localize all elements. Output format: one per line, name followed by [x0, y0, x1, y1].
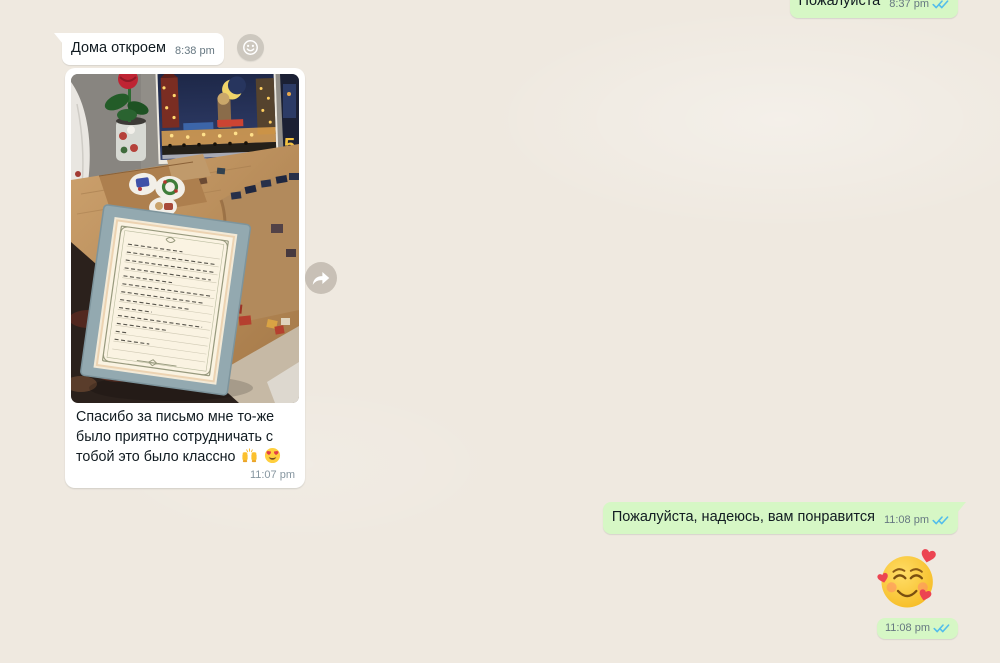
photo-caption: Спасибо за письмо мне то-же было приятно… — [71, 403, 299, 468]
message-time: 8:37 pm — [889, 0, 929, 14]
react-emoji-button[interactable] — [237, 34, 264, 61]
smiling-face-with-hearts-emoji-icon — [876, 547, 942, 613]
heart-eyes-emoji-icon — [264, 447, 281, 464]
message-bubble-photo[interactable]: 5 — [65, 68, 305, 488]
forward-arrow-icon — [310, 267, 332, 289]
message-text: Пожалуйста — [799, 0, 881, 11]
message-meta: 8:37 pm — [889, 0, 949, 14]
message-bubble-outgoing[interactable]: Пожалуйста 8:37 pm — [790, 0, 958, 18]
message-text: Пожалуйста, надеюсь, вам понравится — [612, 508, 875, 527]
raising-hands-emoji-icon — [241, 447, 258, 464]
message-emoji-large[interactable] — [876, 547, 942, 613]
read-receipt-double-check-icon — [932, 0, 949, 10]
message-time: 11:08 pm — [885, 622, 930, 634]
smiley-icon — [242, 39, 259, 56]
message-text: Дома откроем — [71, 39, 166, 58]
bubble-tail — [957, 502, 966, 513]
message-meta: 11:08 pm — [884, 511, 949, 530]
chat-conversation-panel: Пожалуйста 8:37 pm Дома откроем 8:38 pm — [0, 0, 1000, 663]
message-bubble-incoming[interactable]: Дома откроем 8:38 pm — [62, 33, 224, 65]
message-meta: 8:38 pm — [175, 42, 215, 61]
message-time: 8:38 pm — [175, 42, 215, 61]
read-receipt-double-check-icon — [932, 515, 949, 526]
read-receipt-double-check-icon — [933, 623, 950, 634]
message-bubble-outgoing[interactable]: Пожалуйста, надеюсь, вам понравится 11:0… — [603, 502, 958, 534]
emoji-message-time-pill: 11:08 pm — [877, 618, 958, 639]
message-time: 11:07 pm — [71, 468, 299, 484]
photo-image[interactable]: 5 — [71, 74, 299, 403]
forward-message-button[interactable] — [305, 262, 337, 294]
bubble-tail — [54, 33, 63, 44]
message-time: 11:08 pm — [884, 511, 929, 530]
